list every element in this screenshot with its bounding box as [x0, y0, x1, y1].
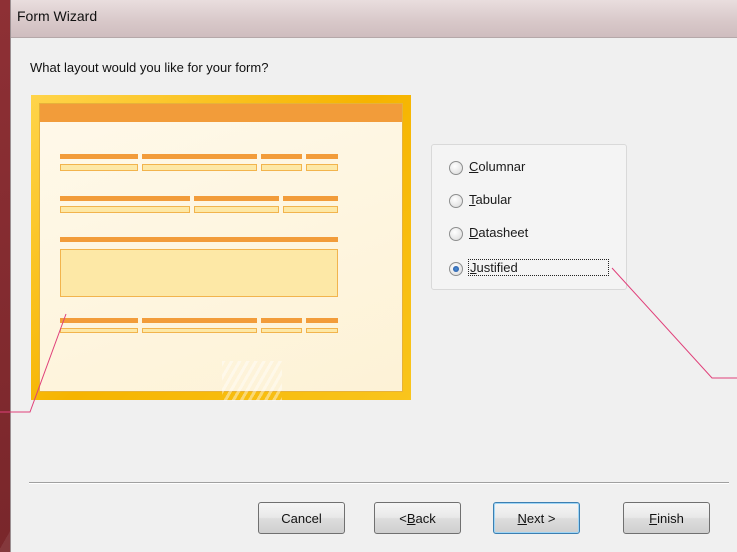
preview-label: [60, 318, 138, 323]
preview-field: [261, 164, 302, 171]
layout-options-group: Columnar Tabular Datasheet Justified: [431, 144, 627, 290]
preview-label: [261, 154, 302, 159]
option-label: Columnar: [469, 158, 526, 174]
option-columnar[interactable]: Columnar: [449, 157, 525, 175]
radio-button[interactable]: [449, 227, 463, 241]
preview-label: [306, 154, 338, 159]
button-divider: [29, 482, 729, 484]
finish-button[interactable]: Finish: [623, 502, 710, 534]
preview-field: [60, 164, 138, 171]
preview-sparkle-decoration: [222, 361, 282, 401]
option-justified[interactable]: Justified: [449, 258, 609, 276]
preview-field: [60, 206, 190, 213]
preview-field: [194, 206, 279, 213]
form-wizard-window: Form Wizard What layout would you like f…: [10, 0, 737, 552]
back-button[interactable]: < Back: [374, 502, 461, 534]
preview-field: [261, 328, 302, 333]
preview-field: [60, 328, 138, 333]
layout-preview: [31, 95, 411, 401]
title-bar[interactable]: Form Wizard: [11, 0, 737, 38]
option-label: Tabular: [469, 191, 512, 207]
preview-label: [60, 237, 338, 242]
preview-label: [142, 154, 257, 159]
radio-button[interactable]: [449, 161, 463, 175]
preview-label: [60, 154, 138, 159]
preview-label: [306, 318, 338, 323]
preview-header-bar: [40, 104, 402, 122]
cancel-button[interactable]: Cancel: [258, 502, 345, 534]
wizard-body: What layout would you like for your form…: [11, 38, 737, 552]
preview-label: [261, 318, 302, 323]
radio-button[interactable]: [449, 194, 463, 208]
layout-preview-canvas: [39, 103, 403, 401]
window-title: Form Wizard: [17, 8, 98, 24]
radio-button-selected[interactable]: [449, 262, 463, 276]
layout-question: What layout would you like for your form…: [30, 60, 269, 75]
preview-field: [142, 164, 257, 171]
preview-label: [283, 196, 338, 201]
preview-field: [142, 328, 257, 333]
preview-label: [194, 196, 279, 201]
preview-memo-field: [60, 249, 338, 297]
next-button[interactable]: Next >: [493, 502, 580, 534]
preview-label: [142, 318, 257, 323]
option-datasheet[interactable]: Datasheet: [449, 223, 528, 241]
preview-field: [306, 164, 338, 171]
preview-label: [60, 196, 190, 201]
preview-field: [283, 206, 338, 213]
option-label: Justified: [468, 258, 609, 276]
option-tabular[interactable]: Tabular: [449, 190, 512, 208]
preview-field: [306, 328, 338, 333]
option-label: Datasheet: [469, 224, 529, 240]
